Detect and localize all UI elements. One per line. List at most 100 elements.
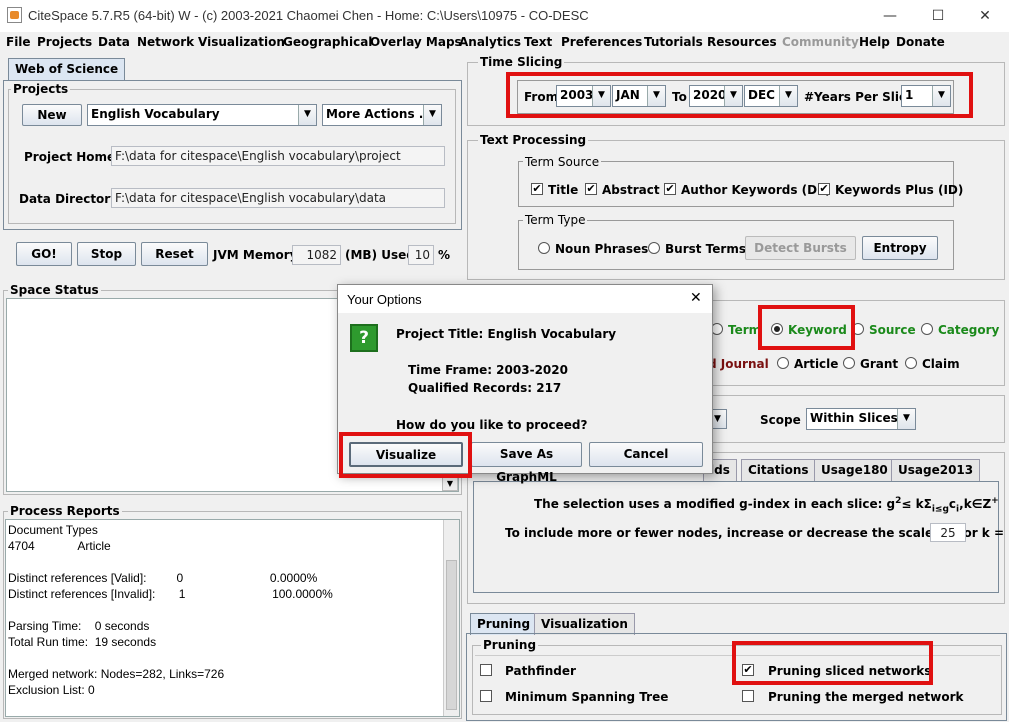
author-keywords-label: Author Keywords (DE)	[681, 183, 831, 197]
highlight-pruning-sliced	[732, 641, 933, 685]
scrollbar-thumb[interactable]	[446, 560, 457, 710]
tab-usage180[interactable]: Usage180	[814, 459, 895, 481]
jvm-memory-value: 1082	[292, 245, 341, 265]
tab-pruning[interactable]: Pruning	[470, 613, 538, 635]
report-scrollbar[interactable]	[443, 520, 459, 716]
menu-visualization[interactable]: Visualization	[194, 32, 289, 52]
abstract-label: Abstract	[602, 183, 660, 197]
question-icon: ?	[350, 324, 378, 352]
time-slicing-label: Time Slicing	[478, 55, 565, 69]
category-node-label: Category	[938, 323, 1000, 337]
category-radio[interactable]	[921, 323, 933, 335]
entropy-button[interactable]: Entropy	[862, 236, 938, 260]
title-bar: CiteSpace 5.7.R5 (64-bit) W - (c) 2003-2…	[0, 0, 1009, 32]
data-directory-label: Data Directory:	[19, 192, 123, 206]
scope-select[interactable]: Within Slices ▼	[806, 408, 916, 430]
chevron-down-icon: ▼	[897, 409, 915, 429]
space-status-label: Space Status	[8, 283, 101, 297]
data-directory-field[interactable]: F:\data for citespace\English vocabulary…	[111, 188, 445, 208]
cancel-button[interactable]: Cancel	[589, 442, 703, 467]
percent-label: %	[438, 248, 451, 262]
app-icon	[7, 7, 22, 23]
go-button[interactable]: GO!	[16, 242, 72, 266]
menu-data[interactable]: Data	[94, 32, 134, 52]
close-button[interactable]: ✕	[975, 8, 995, 24]
save-as-graphml-button[interactable]: Save As GraphML	[471, 442, 582, 484]
menu-donate[interactable]: Donate	[892, 32, 949, 52]
menu-bar: File Projects Data Network Visualization…	[0, 32, 1009, 52]
detect-bursts-button[interactable]: Detect Bursts	[745, 236, 856, 260]
maximize-button[interactable]: ☐	[928, 8, 948, 24]
more-actions-select[interactable]: More Actions ... ▼	[322, 104, 442, 126]
mb-used-label: (MB) Used	[345, 248, 415, 262]
article-node-label: Article	[794, 357, 839, 371]
menu-file[interactable]: File	[2, 32, 35, 52]
claim-node-label: Claim	[922, 357, 960, 371]
project-select[interactable]: English Vocabulary ▼	[87, 104, 317, 126]
menu-tutorials[interactable]: Tutorials	[640, 32, 707, 52]
term-type-label: Term Type	[523, 213, 588, 227]
keywords-plus-checkbox[interactable]: ✔	[818, 183, 830, 195]
menu-help[interactable]: Help	[855, 32, 894, 52]
tab-citations[interactable]: Citations	[741, 459, 816, 481]
menu-network[interactable]: Network	[133, 32, 198, 52]
new-project-button[interactable]: New	[22, 104, 82, 126]
text-processing-label: Text Processing	[478, 133, 589, 147]
report-line: 4704 Article	[8, 539, 111, 553]
grant-radio[interactable]	[843, 357, 855, 369]
close-icon[interactable]: ✕	[690, 290, 702, 306]
mst-checkbox[interactable]	[480, 690, 492, 702]
gindex-sup2: +	[991, 496, 999, 506]
report-line: Document Types	[8, 523, 98, 537]
term-source-label: Term Source	[523, 155, 602, 169]
project-home-field[interactable]: F:\data for citespace\English vocabulary…	[111, 146, 445, 166]
report-line: Merged network: Nodes=282, Links=726	[8, 667, 225, 681]
pathfinder-checkbox[interactable]	[480, 664, 492, 676]
chevron-down-icon: ▼	[298, 105, 316, 125]
burst-terms-radio[interactable]	[648, 242, 660, 254]
chevron-down-icon[interactable]: ▼	[442, 476, 458, 491]
highlight-visualize	[339, 432, 472, 478]
tab-web-of-science[interactable]: Web of Science	[8, 58, 126, 80]
source-node-label: Source	[869, 323, 916, 337]
dialog-time-frame: Time Frame: 2003-2020	[408, 363, 568, 377]
process-reports-area[interactable]: Document Types 4704 Article Distinct refer…	[5, 519, 460, 717]
gindex-sub: i≤g	[931, 504, 949, 515]
dialog-title-bar: Your Options ✕	[338, 285, 712, 313]
report-line	[8, 650, 333, 666]
tab-usage2013[interactable]: Usage2013	[891, 459, 981, 481]
author-keywords-checkbox[interactable]: ✔	[664, 183, 676, 195]
dialog-records: Qualified Records: 217	[408, 381, 562, 395]
menu-text[interactable]: Text	[520, 32, 556, 52]
menu-analytics[interactable]: Analytics	[455, 32, 525, 52]
report-line: Distinct references [Invalid]: 1 100.000…	[8, 587, 333, 601]
scale-factor-input[interactable]: 25	[930, 523, 966, 542]
more-actions-value: More Actions ...	[326, 107, 433, 121]
menu-projects[interactable]: Projects	[33, 32, 96, 52]
stop-button[interactable]: Stop	[77, 242, 136, 266]
minimize-button[interactable]: —	[880, 8, 900, 24]
scope-label: Scope	[760, 413, 801, 427]
noun-phrases-radio[interactable]	[538, 242, 550, 254]
process-reports-label: Process Reports	[8, 504, 122, 518]
pruning-merged-label: Pruning the merged network	[768, 690, 964, 704]
menu-preferences[interactable]: Preferences	[557, 32, 646, 52]
article-radio[interactable]	[777, 357, 789, 369]
menu-community[interactable]: Community	[778, 32, 863, 52]
claim-radio[interactable]	[905, 357, 917, 369]
pruning-merged-checkbox[interactable]	[742, 690, 754, 702]
report-line: Exclusion List: 0	[8, 683, 95, 697]
title-checkbox[interactable]: ✔	[531, 183, 543, 195]
scope-value: Within Slices	[810, 411, 898, 425]
menu-resources[interactable]: Resources	[703, 32, 781, 52]
menu-overlay-maps[interactable]: Overlay Maps	[366, 32, 466, 52]
mst-label: Minimum Spanning Tree	[505, 690, 669, 704]
reset-button[interactable]: Reset	[141, 242, 208, 266]
tab-visualization[interactable]: Visualization	[534, 613, 635, 635]
abstract-checkbox[interactable]: ✔	[585, 183, 597, 195]
jvm-memory-label: JVM Memory	[213, 248, 298, 262]
title-label: Title	[548, 183, 579, 197]
gindex-text-mid: ≤ kΣ	[901, 497, 932, 511]
menu-geographical[interactable]: Geographical	[279, 32, 376, 52]
report-lines: Document Types 4704 Article Distinct refer…	[8, 522, 333, 698]
